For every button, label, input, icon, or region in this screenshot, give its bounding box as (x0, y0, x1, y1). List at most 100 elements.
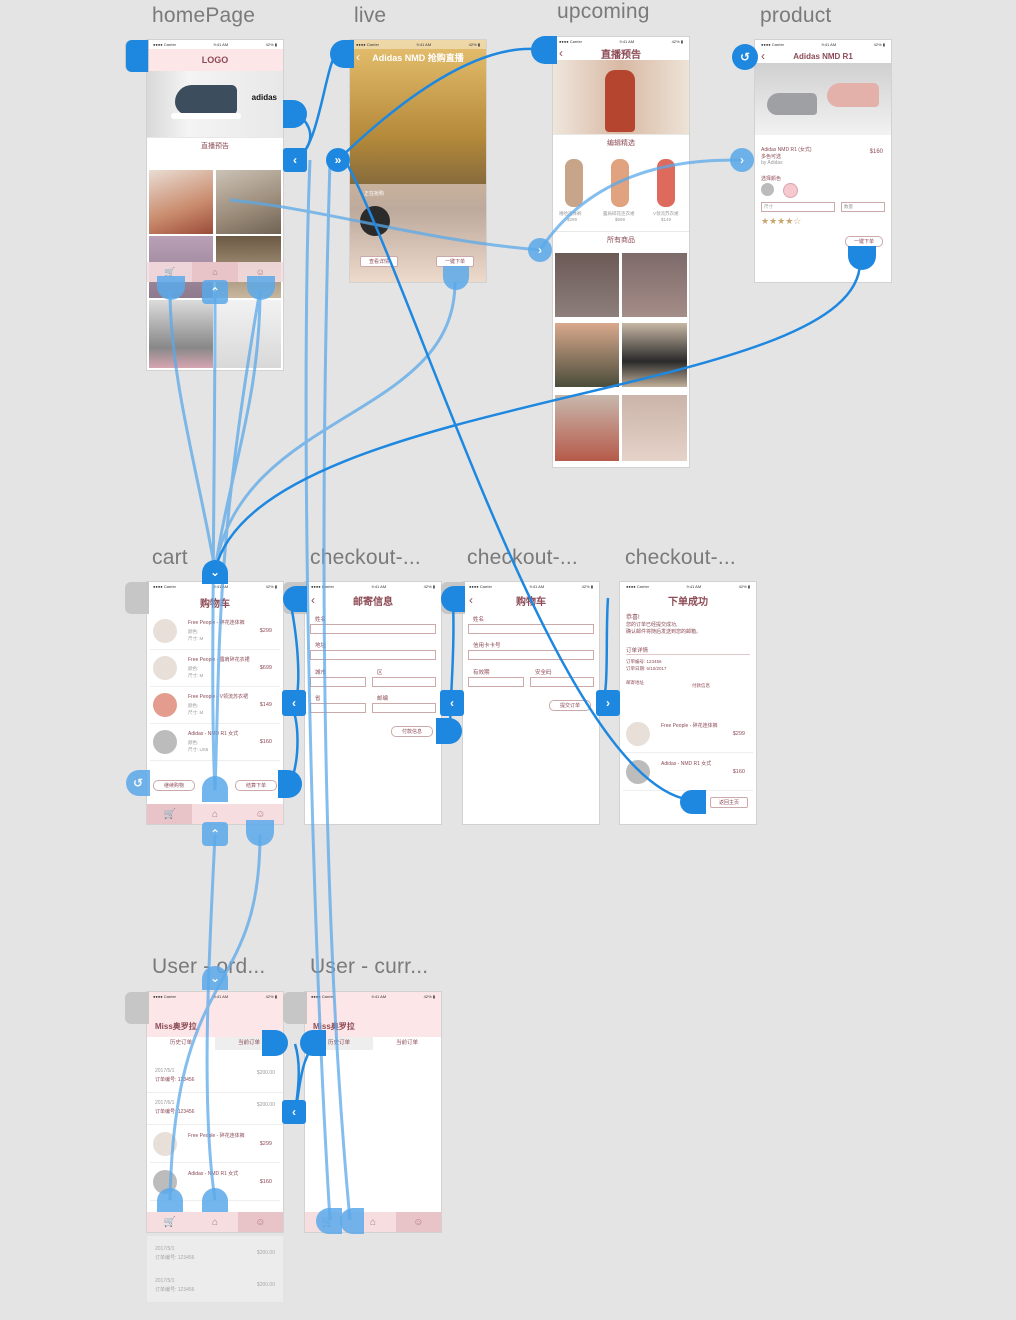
link-handle[interactable] (283, 100, 307, 128)
order-item[interactable]: Free People - 碎花连体裤 $299 (150, 1128, 280, 1163)
cart-item[interactable]: Adidas - NMD R1 女式 颜色: 尺寸: US6 $160 (150, 726, 280, 761)
undo-icon[interactable]: ↺ (126, 770, 150, 796)
chevron-left-icon[interactable]: ‹ (282, 1100, 306, 1124)
tab-history[interactable]: 历史订单 (147, 1037, 215, 1050)
back-icon[interactable]: ‹ (469, 593, 473, 607)
link-handle[interactable] (436, 718, 462, 744)
artboard-label-product[interactable]: product (760, 4, 831, 28)
back-icon[interactable]: ‹ (311, 593, 315, 607)
product-image[interactable] (555, 395, 619, 461)
zip-field[interactable] (372, 703, 436, 713)
link-handle[interactable] (246, 820, 274, 846)
product-image[interactable] (755, 63, 891, 135)
chevron-left-icon[interactable]: ‹ (282, 690, 306, 716)
back-icon[interactable]: ‹ (761, 49, 765, 63)
link-handle[interactable] (278, 770, 302, 798)
link-handle[interactable] (330, 40, 354, 68)
hero-banner[interactable]: adidas (147, 71, 283, 137)
checkout-button[interactable]: 结算下单 (235, 780, 277, 791)
pick-image[interactable] (657, 159, 675, 207)
chevron-right-icon[interactable]: › (528, 238, 552, 262)
province-field[interactable] (310, 703, 366, 713)
artboard-label-home[interactable]: homePage (152, 4, 255, 28)
cart-item[interactable]: Free People - 碎花连体裤 颜色: 尺寸: M $299 (150, 615, 280, 650)
chevron-left-icon[interactable]: ‹ (283, 148, 307, 172)
link-handle[interactable] (262, 1030, 288, 1056)
home-icon[interactable]: ⌂ (192, 262, 238, 282)
preview-image[interactable] (216, 170, 281, 234)
view-details-button[interactable]: 查看详情 (360, 256, 398, 267)
cart-icon[interactable]: 🛒 (147, 1212, 192, 1232)
link-handle[interactable] (283, 586, 307, 612)
artboard-label-checkout1[interactable]: checkout-... (310, 546, 421, 570)
color-swatch-pink[interactable] (783, 183, 798, 198)
product-image[interactable] (622, 395, 687, 461)
link-handle[interactable] (316, 1208, 342, 1234)
artboard-label-live[interactable]: live (354, 4, 386, 28)
order-row[interactable]: 2017/6/1 订单编号: 123456 $200.00 (147, 1094, 283, 1125)
chevron-left-icon[interactable]: ‹ (440, 690, 464, 716)
preview-image[interactable] (149, 170, 213, 234)
chevron-right-icon[interactable]: › (730, 148, 754, 172)
artboard-label-cart[interactable]: cart (152, 546, 188, 570)
submit-order-button[interactable]: 提交订单 (549, 700, 591, 711)
payment-info-button[interactable]: 付款信息 (391, 726, 433, 737)
pick-image[interactable] (611, 159, 629, 207)
preview-image[interactable] (216, 300, 281, 368)
home-icon[interactable]: ⌂ (192, 804, 237, 824)
link-handle[interactable] (202, 776, 228, 802)
cart-item[interactable]: Free People - 露肩碎花衣裙 颜色: 尺寸: M $699 (150, 652, 280, 687)
undo-icon[interactable]: ↺ (732, 44, 758, 70)
link-handle[interactable] (680, 790, 706, 814)
chevron-up-icon[interactable]: ⌃ (202, 280, 228, 304)
pick-image[interactable] (565, 159, 583, 207)
artboard-label-current[interactable]: User - curr... (310, 955, 428, 979)
size-select[interactable]: 尺寸 (761, 202, 835, 212)
preview-image[interactable] (149, 300, 213, 368)
card-number-field[interactable] (468, 650, 594, 660)
link-handle[interactable] (300, 1030, 326, 1056)
artboard-label-checkout2[interactable]: checkout-... (467, 546, 578, 570)
link-handle[interactable] (443, 266, 469, 290)
user-icon[interactable]: ☺ (395, 1212, 441, 1232)
link-handle[interactable] (340, 1208, 364, 1234)
link-handle[interactable] (441, 586, 465, 612)
cart-icon[interactable]: 🛒 (147, 804, 193, 824)
product-thumb[interactable] (360, 206, 390, 236)
start-handle[interactable] (126, 40, 148, 72)
chevron-right-icon[interactable]: » (326, 148, 350, 172)
user-icon[interactable]: ☺ (237, 1212, 283, 1232)
product-image[interactable] (555, 323, 619, 387)
product-image[interactable] (622, 253, 687, 317)
product-image[interactable] (555, 253, 619, 317)
name-field[interactable] (310, 624, 436, 634)
back-home-button[interactable]: 返回主页 (710, 797, 748, 808)
home-icon[interactable]: ⌂ (192, 1212, 237, 1232)
back-icon[interactable]: ‹ (559, 46, 563, 60)
link-handle[interactable] (531, 36, 557, 64)
order-item[interactable]: Adidas - NMD R1 女式 $160 (623, 756, 753, 791)
link-handle[interactable] (157, 1188, 183, 1212)
artboard-label-upcoming[interactable]: upcoming (557, 0, 650, 24)
city-field[interactable] (310, 677, 366, 687)
quantity-select[interactable]: 数量 (841, 202, 885, 212)
chevron-right-icon[interactable]: › (596, 690, 620, 716)
chevron-down-icon[interactable]: ⌄ (202, 966, 228, 990)
order-item[interactable]: Free People - 碎花连体裤 $299 (623, 718, 753, 753)
order-row[interactable]: 2017/5/1 订单编号: 123456 $200.00 (147, 1062, 283, 1093)
continue-shopping-button[interactable]: 继续购物 (153, 780, 195, 791)
link-handle[interactable] (202, 1188, 228, 1212)
name-field[interactable] (468, 624, 594, 634)
chevron-down-icon[interactable]: ⌄ (202, 560, 228, 584)
tab-current[interactable]: 当前订单 (373, 1037, 441, 1050)
artboard-label-checkout3[interactable]: checkout-... (625, 546, 736, 570)
district-field[interactable] (372, 677, 436, 687)
color-swatch-gray[interactable] (761, 183, 774, 196)
product-image[interactable] (622, 323, 687, 387)
featured-image[interactable] (553, 60, 689, 134)
expiry-field[interactable] (468, 677, 524, 687)
cvv-field[interactable] (530, 677, 594, 687)
back-icon[interactable]: ‹ (356, 50, 360, 64)
address-field[interactable] (310, 650, 436, 660)
cart-item[interactable]: Free People - V领流苏衣裙 颜色: 尺寸: M $149 (150, 689, 280, 724)
